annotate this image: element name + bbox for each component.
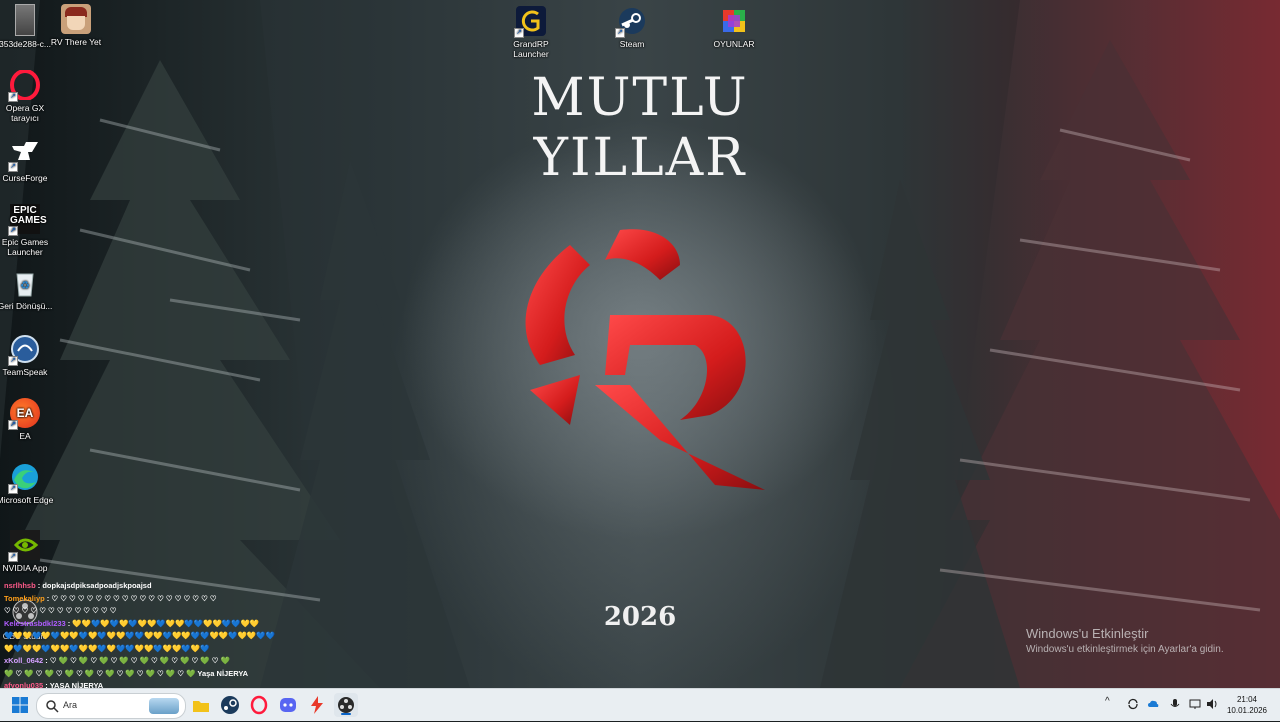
- desktop-icon-label: GrandRP Launcher: [513, 39, 549, 59]
- chat-username: nsrlhhsb: [4, 581, 36, 590]
- desktop-icon-grandrp-launcher[interactable]: ↗ GrandRP Launcher: [502, 6, 560, 59]
- search-placeholder: Ara: [63, 700, 78, 710]
- microsoft-edge-icon: ↗: [8, 462, 40, 494]
- desktop-icon-label: TeamSpeak: [2, 367, 48, 377]
- desktop-icon-label: EA: [19, 431, 31, 441]
- opera-gx-icon: ↗: [8, 69, 40, 102]
- chat-separator: :: [43, 656, 50, 665]
- active-app-indicator: [341, 713, 351, 715]
- chat-text: dopkajsdpiksadpoadjskpoajsd: [42, 581, 152, 590]
- taskbar-discord[interactable]: [276, 693, 300, 717]
- taskbar-opera-gx[interactable]: [247, 693, 271, 717]
- grandrp-launcher-icon: ↗: [514, 6, 546, 38]
- rv-there-yet-game-icon: [61, 4, 91, 34]
- start-button[interactable]: [8, 693, 32, 717]
- desktop-icon-label: RV There Yet: [50, 37, 102, 47]
- chat-message: 💚 ♡ 💚 ♡ 💚 ♡ 💚 ♡ 💚 ♡ 💚 ♡ 💚 ♡ 💚 ♡ 💚 ♡ 💚 Ya…: [4, 668, 314, 681]
- desktop-icon-label: NVIDIA App: [2, 563, 48, 573]
- recycle-bin-icon: ♻: [10, 268, 40, 298]
- chat-username: Kelestrasbdkl233: [4, 618, 66, 628]
- clock-date: 10.01.2026: [1226, 706, 1268, 715]
- search-icon: [46, 700, 59, 713]
- taskbar-file-explorer[interactable]: [189, 693, 213, 717]
- windows-logo-icon: [12, 697, 28, 713]
- chat-message: ♡ ♡ ♡ ♡ ♡ ♡ ♡ ♡ ♡ ♡ ♡ ♡ ♡: [4, 605, 314, 618]
- oyunlar-folder-icon: [719, 6, 749, 36]
- steam-icon: ↗: [615, 6, 647, 38]
- steam-icon: [221, 696, 239, 714]
- chat-message: Kelestrasbdkl233 : 💛💛💙💛💙💛💙💛💛💙💛💛💙💙💛💛💙💙💛💛: [4, 618, 314, 631]
- desktop-icon-label: Opera GX tarayıcı: [5, 103, 45, 123]
- taskbar-steam[interactable]: [218, 693, 242, 717]
- windows-activation-watermark: Windows'u Etkinleştir Windows'u etkinleş…: [1026, 626, 1224, 655]
- search-highlight-image: [149, 698, 179, 714]
- nvidia-app-icon: ↗: [8, 530, 40, 562]
- microphone-icon[interactable]: [1169, 698, 1181, 710]
- ea-logo-text: EA: [16, 406, 34, 420]
- desktop-icon-label: OYUNLAR: [713, 39, 755, 49]
- chat-message: nsrlhhsb : dopkajsdpiksadpoadjskpoajsd: [4, 580, 314, 593]
- lightning-icon: [311, 696, 323, 714]
- tray-overflow-chevron[interactable]: ^: [1105, 696, 1110, 707]
- activation-title: Windows'u Etkinleştir: [1026, 626, 1149, 641]
- desktop-icon-rv-there-yet[interactable]: RV There Yet: [47, 4, 105, 47]
- desktop-icon-curseforge[interactable]: ↗ CurseForge: [0, 140, 54, 183]
- opera-gx-icon: [250, 695, 268, 715]
- desktop-icon-label: Steam: [619, 39, 645, 49]
- chat-text: ♡ ♡ ♡ ♡ ♡ ♡ ♡ ♡ ♡ ♡ ♡ ♡ ♡: [4, 606, 117, 615]
- discord-icon: [280, 698, 296, 712]
- taskbar-lightning-app[interactable]: [305, 693, 329, 717]
- taskbar: Ara ^ 21:04 10.01.2026: [0, 688, 1280, 721]
- chat-text: 💛💛💙💛💙💛💙💛💛💙💛💛💙💙💛💛💙💙💛💛: [72, 618, 260, 628]
- volume-icon[interactable]: [1206, 698, 1218, 710]
- desktop-icon-label: CurseForge: [2, 173, 48, 183]
- chat-text: ♡ 💚 ♡ 💚 ♡ 💚 ♡ 💚 ♡ 💚 ♡ 💚 ♡ 💚 ♡ 💚 ♡ 💚: [49, 656, 230, 665]
- desktop-icon-file-353de288[interactable]: 353de288-c...: [0, 4, 54, 49]
- chat-username: xKoll_0642: [4, 656, 44, 665]
- chat-text: ♡ ♡ ♡ ♡ ♡ ♡ ♡ ♡ ♡ ♡ ♡ ♡ ♡ ♡ ♡ ♡ ♡ ♡ ♡: [51, 593, 217, 603]
- taskbar-search-box[interactable]: Ara: [36, 693, 186, 719]
- chat-text: 💙💛💛💙💛💙💛💛💙💛💙💛💛💙💙💛💛💙💛💛💙💙💛💛💙💛💛💙💙: [4, 631, 275, 640]
- folder-icon: [193, 701, 209, 712]
- desktop-icon-microsoft-edge[interactable]: ↗ Microsoft Edge: [0, 462, 54, 505]
- desktop-icon-label: 353de288-c...: [0, 39, 51, 49]
- chat-text: 💚 ♡ 💚 ♡ 💚 ♡ 💚 ♡ 💚 ♡ 💚 ♡ 💚 ♡ 💚 ♡ 💚 ♡ 💚 Ya…: [4, 668, 249, 678]
- system-clock[interactable]: 21:04 10.01.2026: [1222, 694, 1272, 716]
- chat-username: Tomekaliyp: [4, 593, 45, 603]
- cloud-icon[interactable]: [1147, 698, 1159, 710]
- wallpaper-title: MUTLU YILLAR: [531, 68, 749, 188]
- epic-games-icon: EPIC GAMES ↗: [8, 204, 47, 236]
- chat-message: 💙💛💛💙💛💙💛💛💙💛💙💛💛💙💙💛💛💙💛💛💙💙💛💛💙💛💛💙💙: [4, 630, 314, 643]
- desktop-icon-steam[interactable]: ↗ Steam: [603, 6, 661, 49]
- taskbar-obs-studio[interactable]: [334, 693, 358, 717]
- desktop-icon-label: Geri Dönüşü...: [0, 301, 53, 311]
- epic-logo-text: EPIC GAMES: [10, 205, 47, 226]
- chat-text: 💛💙💛💛💙💛💛💙💛💛💙💛💙💙💛💛💙💛💛💙💛💙: [4, 643, 210, 653]
- svg-text:♻: ♻: [20, 280, 30, 292]
- desktop-icon-oyunlar-folder[interactable]: OYUNLAR: [705, 6, 763, 49]
- desktop-icon-teamspeak[interactable]: ↗ TeamSpeak: [0, 334, 54, 377]
- desktop-icon-label: Microsoft Edge: [0, 495, 54, 505]
- desktop-icon-ea[interactable]: EA ↗ EA: [0, 398, 54, 441]
- chat-message: xKoll_0642 : ♡ 💚 ♡ 💚 ♡ 💚 ♡ 💚 ♡ 💚 ♡ 💚 ♡ 💚…: [4, 655, 314, 668]
- sync-icon[interactable]: [1127, 698, 1139, 710]
- clock-time: 21:04: [1236, 695, 1258, 704]
- grandrp-logo: [525, 229, 765, 490]
- curseforge-icon: ↗: [8, 140, 40, 172]
- network-icon[interactable]: [1189, 698, 1201, 710]
- teamspeak-icon: ↗: [8, 334, 40, 366]
- stream-chat-overlay: nsrlhhsb : dopkajsdpiksadpoadjskpoajsd To…: [4, 580, 314, 705]
- desktop-icon-opera-gx[interactable]: ↗ Opera GX tarayıcı: [0, 69, 54, 123]
- desktop-icon-nvidia-app[interactable]: ↗ NVIDIA App: [0, 530, 54, 573]
- wallpaper-year: 2026: [603, 602, 677, 632]
- chat-message: Tomekaliyp : ♡ ♡ ♡ ♡ ♡ ♡ ♡ ♡ ♡ ♡ ♡ ♡ ♡ ♡…: [4, 593, 314, 606]
- chat-message: 💛💙💛💛💙💛💛💙💛💛💙💛💙💙💛💛💙💛💛💙💛💙: [4, 643, 314, 656]
- desktop-icon-label: Epic Games Launcher: [1, 237, 49, 257]
- ea-icon: EA ↗: [8, 398, 40, 430]
- file-thumbnail-icon: [15, 4, 35, 36]
- desktop-icon-recycle-bin[interactable]: ♻ Geri Dönüşü...: [0, 268, 54, 311]
- desktop-icon-epic-games[interactable]: EPIC GAMES ↗ Epic Games Launcher: [0, 204, 54, 257]
- activation-subtitle: Windows'u etkinleştirmek için Ayarlar'a …: [1026, 644, 1224, 655]
